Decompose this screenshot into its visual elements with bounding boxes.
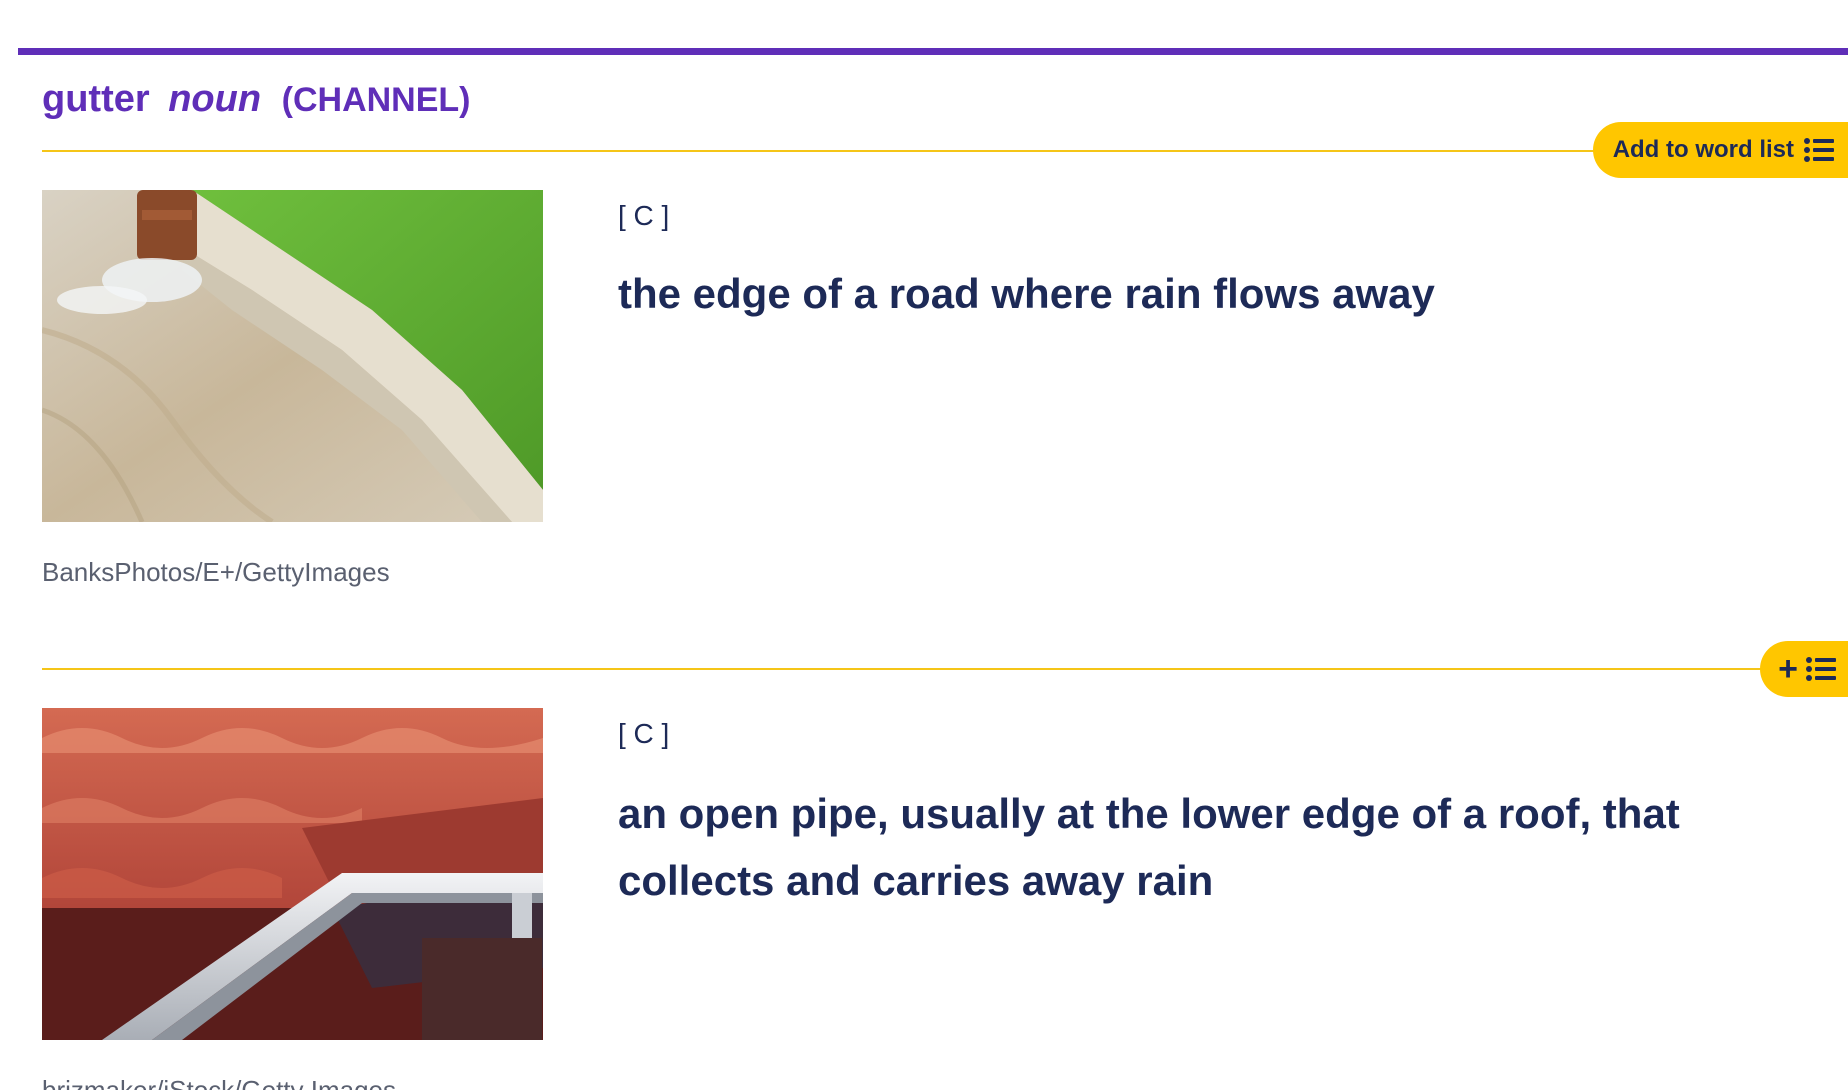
definition: an open pipe, usually at the lower edge … <box>618 790 1680 904</box>
image-credit: brizmaker/iStock/Getty Images <box>42 1075 396 1090</box>
definition: the edge of a road where rain flows away <box>618 270 1435 317</box>
entry-heading: gutter noun (CHANNEL) <box>42 78 471 121</box>
dictionary-entry-page: gutter noun (CHANNEL) Add to word list B… <box>0 0 1848 1090</box>
headword: gutter <box>42 78 150 120</box>
add-to-word-list-compact-button[interactable]: + <box>1760 641 1848 697</box>
add-to-word-list-label: Add to word list <box>1612 136 1794 163</box>
grammar-code: [ C ] <box>618 718 670 749</box>
guideword: (CHANNEL) <box>281 81 471 119</box>
sense-image-street-gutter[interactable] <box>42 190 543 522</box>
sense-divider <box>42 150 1848 152</box>
grammar-code: [ C ] <box>618 200 670 231</box>
list-icon <box>1804 138 1834 162</box>
plus-icon: + <box>1778 650 1798 688</box>
sense-divider <box>42 668 1848 670</box>
add-to-word-list-button[interactable]: Add to word list <box>1592 122 1848 178</box>
entry-top-divider <box>18 48 1848 55</box>
sense-image-roof-gutter[interactable] <box>42 708 543 1040</box>
part-of-speech: noun <box>168 78 262 120</box>
list-icon <box>1806 657 1836 681</box>
image-credit: BanksPhotos/E+/GettyImages <box>42 557 390 587</box>
